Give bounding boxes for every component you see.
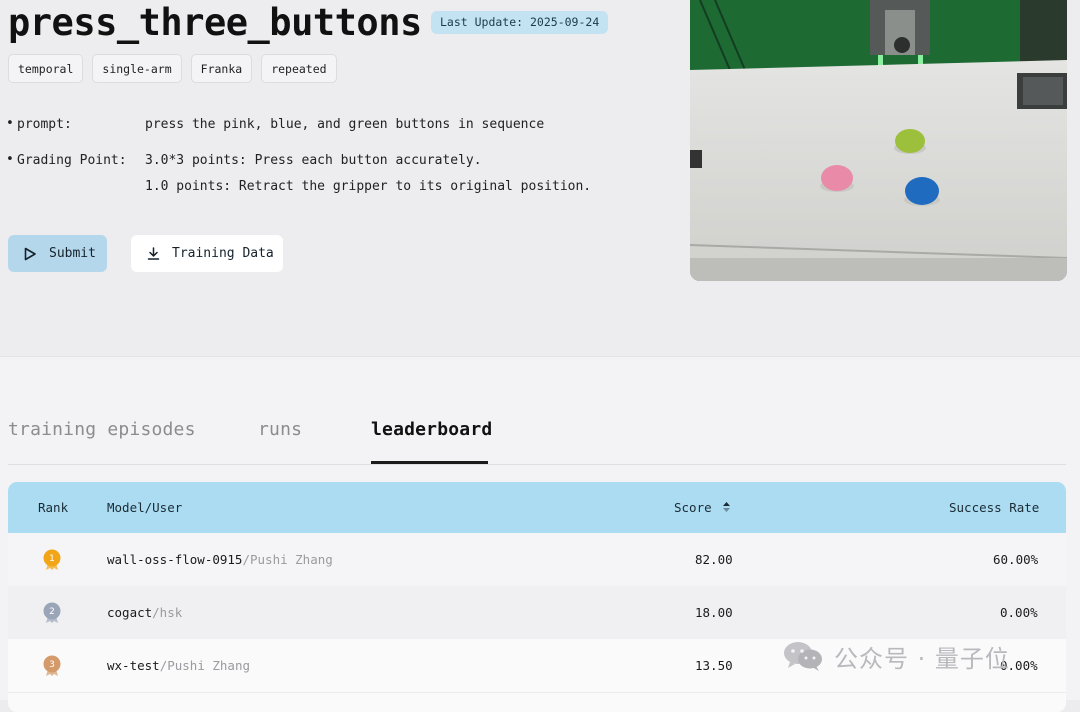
silver-medal-icon: 2: [43, 602, 61, 623]
model-name: wall-oss-flow-0915: [107, 552, 243, 567]
task-preview-video[interactable]: [690, 0, 1067, 281]
tag-single-arm[interactable]: single-arm: [92, 54, 182, 83]
rank-number: 1: [49, 554, 55, 564]
column-model-user: Model/User: [107, 500, 183, 515]
table-header: Rank Model/User Score Success Rate: [8, 482, 1066, 533]
training-data-label: Training Data: [172, 246, 274, 261]
prompt-label: prompt:: [17, 117, 72, 132]
table-row[interactable]: 2 cogact/hsk 18.00 0.00%: [8, 586, 1066, 640]
watermark-text: 公众号 · 量子位: [834, 644, 1010, 673]
gold-medal-icon: 1: [43, 549, 61, 570]
watermark: 公众号 · 量子位: [782, 636, 1010, 676]
leaderboard-table: Rank Model/User Score Success Rate 1 wal…: [8, 482, 1066, 712]
submit-label: Submit: [49, 246, 96, 261]
download-icon: [147, 247, 160, 260]
score-cell: 82.00: [695, 552, 733, 567]
grading-line-2: 1.0 points: Retract the gripper to its o…: [145, 179, 592, 194]
score-cell: 18.00: [695, 605, 733, 620]
tab-training-episodes[interactable]: training episodes: [8, 414, 196, 446]
model-user-cell[interactable]: cogact/hsk: [107, 586, 182, 639]
score-cell: 13.50: [695, 658, 733, 673]
bronze-medal-icon: 3: [43, 655, 61, 676]
user-name: /Pushi Zhang: [159, 658, 250, 673]
tag-list: temporal single-arm Franka repeated: [8, 54, 337, 83]
grading-label: Grading Point:: [17, 153, 127, 168]
last-update-badge: Last Update: 2025-09-24: [431, 11, 609, 34]
model-name: wx-test: [107, 658, 160, 673]
task-title: press_three_buttons: [8, 1, 422, 44]
active-tab-indicator: [371, 461, 488, 464]
column-score[interactable]: Score: [674, 482, 731, 533]
grading-line-1: 3.0*3 points: Press each button accurate…: [145, 153, 482, 168]
table-row[interactable]: 1 wall-oss-flow-0915/Pushi Zhang 82.00 6…: [8, 533, 1066, 587]
model-user-cell[interactable]: wx-test/Pushi Zhang: [107, 639, 250, 692]
submit-button[interactable]: Submit: [8, 235, 107, 272]
column-score-label: Score: [674, 500, 712, 515]
task-header-section: press_three_buttons Last Update: 2025-09…: [0, 0, 1080, 356]
success-rate-cell: 0.00%: [1000, 605, 1038, 620]
tag-temporal[interactable]: temporal: [8, 54, 84, 83]
success-rate-cell: 60.00%: [993, 552, 1039, 567]
wechat-icon: [784, 642, 822, 671]
training-data-button[interactable]: Training Data: [131, 235, 283, 272]
tag-repeated[interactable]: repeated: [261, 54, 337, 83]
bullet-prompt: •: [6, 116, 14, 131]
user-name: /hsk: [152, 605, 183, 620]
play-icon: [24, 247, 36, 260]
rank-number: 2: [49, 607, 55, 617]
column-success-rate: Success Rate: [949, 500, 1040, 515]
model-name: cogact: [107, 605, 153, 620]
sort-icon[interactable]: [722, 501, 731, 513]
user-name: /Pushi Zhang: [242, 552, 333, 567]
tab-runs[interactable]: runs: [258, 414, 302, 446]
prompt-value: press the pink, blue, and green buttons …: [145, 117, 545, 132]
robot-scene-image: [690, 0, 1067, 281]
tag-franka[interactable]: Franka: [190, 54, 253, 83]
tab-leaderboard[interactable]: leaderboard: [371, 414, 492, 446]
column-rank: Rank: [38, 500, 69, 515]
model-user-cell[interactable]: wall-oss-flow-0915/Pushi Zhang: [107, 533, 333, 586]
bullet-grading: •: [6, 152, 14, 167]
rank-number: 3: [49, 660, 55, 670]
tab-bar: training episodes runs leaderboard: [8, 414, 1066, 465]
